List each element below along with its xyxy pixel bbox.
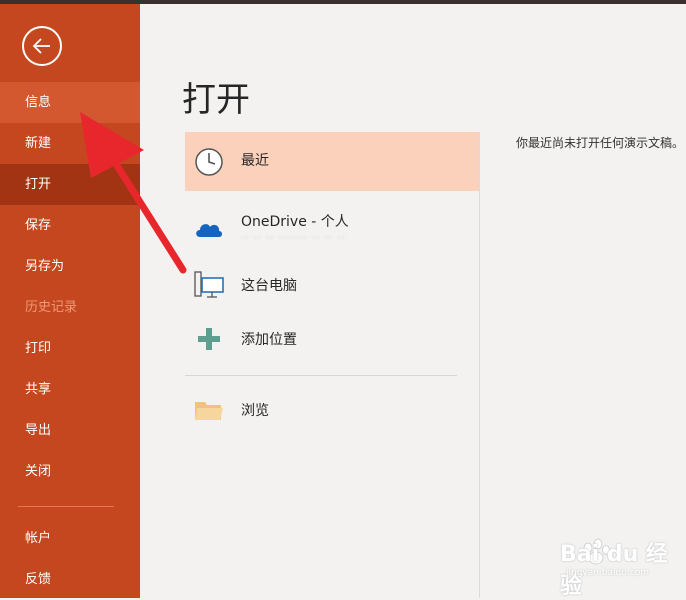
computer-icon bbox=[194, 271, 224, 298]
back-arrow-icon bbox=[32, 38, 50, 54]
location-recent[interactable]: 最近 bbox=[185, 132, 479, 191]
location-add-place[interactable]: 添加位置 bbox=[185, 313, 479, 365]
pane-divider bbox=[479, 132, 480, 598]
location-onedrive-label: OneDrive - 个人 bbox=[241, 214, 349, 230]
location-browse[interactable]: 浏览 bbox=[185, 386, 479, 438]
nav-print[interactable]: 打印 bbox=[0, 328, 140, 369]
location-recent-label: 最近 bbox=[241, 153, 269, 169]
nav-new-label: 新建 bbox=[25, 136, 52, 151]
nav-account[interactable]: 帐户 bbox=[0, 518, 140, 559]
cloud-icon bbox=[196, 224, 222, 237]
location-this-pc-label: 这台电脑 bbox=[241, 278, 297, 294]
nav-close-label: 关闭 bbox=[25, 464, 52, 479]
nav-save[interactable]: 保存 bbox=[0, 205, 140, 246]
location-onedrive[interactable]: OneDrive - 个人 ·· ·· ·· ······· ·· ·· ·· bbox=[185, 197, 479, 259]
location-divider bbox=[185, 375, 457, 376]
nav-save-label: 保存 bbox=[25, 218, 52, 233]
location-list: 最近 OneDrive - 个人 ·· ·· ·· ······· ·· ·· … bbox=[185, 132, 479, 438]
nav-save-as[interactable]: 另存为 bbox=[0, 246, 140, 287]
nav-open-label: 打开 bbox=[25, 177, 52, 192]
backstage-nav: 信息 新建 打开 保存 另存为 历史记录 打印 共享 导出 关闭 bbox=[0, 82, 140, 492]
nav-print-label: 打印 bbox=[25, 341, 52, 356]
nav-export[interactable]: 导出 bbox=[0, 410, 140, 451]
nav-close[interactable]: 关闭 bbox=[0, 451, 140, 492]
nav-history: 历史记录 bbox=[0, 287, 140, 328]
nav-feedback-label: 反馈 bbox=[25, 572, 52, 587]
location-add-place-label: 添加位置 bbox=[241, 332, 297, 348]
back-button[interactable] bbox=[22, 26, 62, 66]
location-browse-label: 浏览 bbox=[241, 403, 269, 419]
nav-share[interactable]: 共享 bbox=[0, 369, 140, 410]
clock-icon bbox=[195, 148, 223, 176]
open-pane: 打开 最近 OneDrive - 个人 ·· ·· ·· ······· ·· … bbox=[140, 4, 686, 598]
plus-icon bbox=[198, 328, 220, 350]
nav-history-label: 历史记录 bbox=[25, 300, 78, 315]
recent-empty-message: 你最近尚未打开任何演示文稿。 bbox=[516, 136, 685, 150]
watermark-url: jingyan.baidu.com bbox=[566, 568, 650, 578]
folder-icon bbox=[195, 402, 223, 420]
nav-export-label: 导出 bbox=[25, 423, 52, 438]
nav-divider bbox=[18, 506, 114, 507]
nav-new[interactable]: 新建 bbox=[0, 123, 140, 164]
nav-account-label: 帐户 bbox=[25, 531, 52, 546]
nav-info-label: 信息 bbox=[25, 95, 52, 110]
nav-feedback[interactable]: 反馈 bbox=[0, 559, 140, 600]
nav-share-label: 共享 bbox=[25, 382, 52, 397]
backstage-nav-bottom: 帐户 反馈 bbox=[0, 518, 140, 600]
location-this-pc[interactable]: 这台电脑 bbox=[185, 259, 479, 313]
nav-save-as-label: 另存为 bbox=[25, 259, 65, 274]
nav-info[interactable]: 信息 bbox=[0, 82, 140, 123]
page-title: 打开 bbox=[182, 80, 250, 120]
backstage-sidebar: 信息 新建 打开 保存 另存为 历史记录 打印 共享 导出 关闭 帐户 反馈 bbox=[0, 4, 140, 598]
onedrive-account-blurred: ·· ·· ·· ······· ·· ·· ·· bbox=[241, 233, 346, 244]
nav-open[interactable]: 打开 bbox=[0, 164, 140, 205]
